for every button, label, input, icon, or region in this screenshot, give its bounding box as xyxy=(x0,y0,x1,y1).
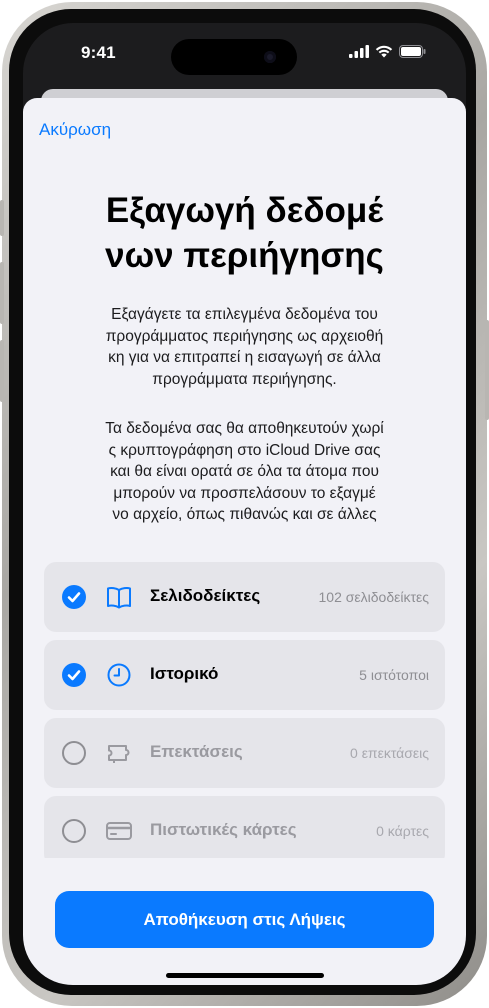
option-count: 5 ιστότοποι xyxy=(359,667,429,683)
option-bookmarks[interactable]: Σελιδοδείκτες 102 σελιδοδείκτες xyxy=(44,562,445,632)
desc-line: Τα δεδομένα σας θα αποθηκευτούν χωρί xyxy=(105,420,384,437)
volume-up-button xyxy=(0,262,4,324)
dynamic-island xyxy=(171,39,297,75)
battery-icon xyxy=(399,45,426,58)
status-time: 9:41 xyxy=(81,43,116,62)
option-label: Πιστωτικές κάρτες xyxy=(150,820,297,839)
unchecked-circle-icon[interactable] xyxy=(62,741,86,765)
status-icons xyxy=(349,45,426,58)
desc-line: μπορούν να προσπελάσουν το εξαγμέ xyxy=(113,484,376,502)
description-paragraph-1: Εξαγάγετε τα επιλεγμένα δεδομένα του προ… xyxy=(78,304,411,390)
option-label: Επεκτάσεις xyxy=(150,742,243,761)
option-extensions[interactable]: Επεκτάσεις 0 επεκτάσεις xyxy=(44,718,445,788)
option-credit-cards[interactable]: Πιστωτικές κάρτες 0 κάρτες xyxy=(44,796,445,866)
title-line: Εξαγωγή δεδομέ xyxy=(105,191,384,230)
screen: 9:41 Ακύρωση Εξαγωγή δεδομέ νων περιήγησ… xyxy=(23,23,466,985)
option-label: Ιστορικό xyxy=(150,664,219,683)
signal-icon xyxy=(349,45,369,58)
option-count: 0 κάρτες xyxy=(376,823,429,839)
export-sheet: Ακύρωση Εξαγωγή δεδομέ νων περιήγησης Εξ… xyxy=(23,98,466,985)
option-count: 0 επεκτάσεις xyxy=(350,745,429,761)
desc-line: ς κρυπτογράφηση στο iCloud Drive σας xyxy=(108,441,381,459)
book-icon xyxy=(107,587,131,609)
description-paragraph-2: Τα δεδομένα σας θα αποθηκευτούν χωρί ς κ… xyxy=(78,418,411,526)
puzzle-icon xyxy=(108,745,130,763)
page-title: Εξαγωγή δεδομέ νων περιήγησης xyxy=(43,188,446,278)
wifi-icon xyxy=(375,45,393,58)
status-bar: 9:41 xyxy=(23,23,466,83)
desc-line: Εξαγάγετε τα επιλεγμένα δεδομένα του xyxy=(111,306,378,323)
title-line: νων περιήγησης xyxy=(105,236,384,275)
checkmark-icon[interactable] xyxy=(62,663,86,687)
option-count: 102 σελιδοδείκτες xyxy=(318,589,429,605)
desc-line: νο αρχείο, όπως πιθανώς και σε άλλες xyxy=(112,506,377,523)
desc-line: κη για να επιτραπεί η εισαγωγή σε άλλα xyxy=(108,349,381,366)
power-button xyxy=(485,320,489,420)
unchecked-circle-icon[interactable] xyxy=(62,819,86,843)
desc-line: και θα είναι ορατά σε όλα τα άτομα που xyxy=(110,463,379,480)
clock-icon xyxy=(107,663,131,687)
option-label: Σελιδοδείκτες xyxy=(150,586,261,605)
action-button xyxy=(0,200,4,236)
option-history[interactable]: Ιστορικό 5 ιστότοποι xyxy=(44,640,445,710)
save-to-downloads-button[interactable]: Αποθήκευση στις Λήψεις xyxy=(55,891,434,948)
camera-icon xyxy=(264,51,276,63)
volume-down-button xyxy=(0,340,4,402)
desc-line: προγράμματος περιήγησης ως αρχειοθή xyxy=(105,327,384,345)
desc-line: προγράμματα περιήγησης. xyxy=(152,370,337,388)
checkmark-icon[interactable] xyxy=(62,585,86,609)
cancel-button[interactable]: Ακύρωση xyxy=(39,120,111,140)
credit-card-icon xyxy=(106,822,132,840)
home-indicator[interactable] xyxy=(166,973,324,978)
